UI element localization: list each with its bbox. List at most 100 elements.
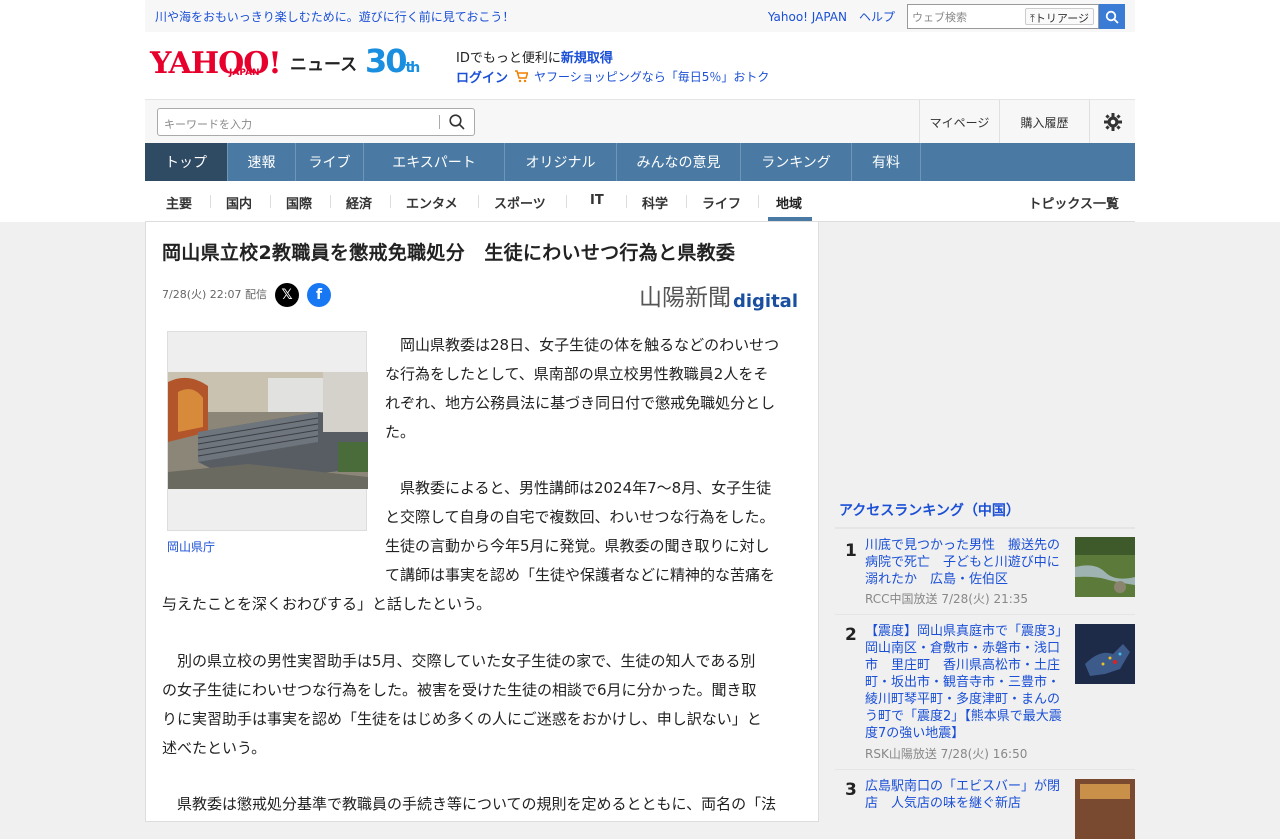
subnav-active-indicator (768, 217, 812, 221)
paragraph-line: れぞれ、地方公務員法に基づき同日付で懲戒免職処分とし (385, 394, 776, 412)
gear-icon (1103, 113, 1122, 131)
web-search-placeholder: ウェブ検索 (912, 10, 967, 24)
yahoo-logo[interactable]: YAHOO! (150, 46, 282, 81)
news-logo[interactable]: ニュース (290, 50, 357, 75)
subnav-local[interactable]: 地域 (776, 193, 802, 212)
rank-source-name: RCC中国放送 (865, 592, 938, 606)
paragraph-line: 岡山県教委は28日、女子生徒の体を触るなどのわいせつ (385, 336, 780, 354)
subnav-divider (626, 195, 627, 208)
subnav-life[interactable]: ライフ (702, 193, 741, 212)
paragraph-line: 県教委によると、男性講師は2024年7～8月、女子生徒 (385, 479, 772, 497)
nav-top[interactable]: トップ (145, 143, 228, 181)
keyword-search-input[interactable]: キーワードを入力 (157, 108, 475, 136)
rank-number: 1 (845, 541, 857, 561)
earthquake-map-thumbnail (1075, 624, 1135, 684)
paragraph-2: 県教委によると、男性講師は2024年7～8月、女子生徒 と交際して自身の自宅で複… (162, 474, 807, 619)
x-icon: 𝕏 (281, 287, 293, 303)
facebook-icon: f (315, 287, 323, 303)
paragraph-line: りに実習助手は事実を認め「生徒をはじめ多くの人にご迷惑をおかけし、申し訳ない」と (162, 710, 762, 728)
anniversary-suffix: th (405, 60, 421, 76)
settings-button[interactable] (1089, 100, 1135, 144)
nav-expert[interactable]: エキスパート (364, 143, 505, 181)
subnav-entertainment[interactable]: エンタメ (406, 193, 458, 212)
header: YAHOO! JAPAN ニュース 30th IDでもっと便利に新規取得 ログイ… (145, 32, 1135, 98)
shopping-link[interactable]: ヤフーショッピングなら「毎日5％」おトク (534, 68, 769, 85)
promo-link[interactable]: 川や海をおもいっきり楽しむために。遊びに行く前に見ておこう！ (155, 8, 514, 25)
promo-bar: 川や海をおもいっきり楽しむために。遊びに行く前に見ておこう！ Yahoo! JA… (145, 0, 1135, 32)
logo-sub: JAPAN (229, 68, 260, 78)
id-promo: IDでもっと便利に新規取得 (456, 47, 613, 66)
nav-breaking[interactable]: 速報 (228, 143, 296, 181)
nav-paid[interactable]: 有料 (852, 143, 921, 181)
triage-button[interactable]: ⤒トリアージ (1025, 8, 1094, 25)
river-thumbnail (1075, 537, 1135, 597)
rank-source: RSK山陽放送 7/28(火) 16:50 (865, 745, 1027, 762)
subnav-divider (330, 195, 331, 208)
rank-title[interactable]: 広島駅南口の「エビスバー」が閉店 人気店の味を継ぐ新店 (865, 778, 1065, 808)
subnav-international[interactable]: 国際 (286, 193, 312, 212)
purchase-history-link[interactable]: 購入履歴 (999, 100, 1089, 144)
subnav-domestic[interactable]: 国内 (226, 193, 252, 212)
nav-ranking[interactable]: ランキング (741, 143, 852, 181)
subnav-economy[interactable]: 経済 (346, 193, 372, 212)
paragraph-line: 与えたことを深くおわびする」と話したという。 (162, 595, 492, 613)
access-ranking-heading: アクセスランキング（中国） (835, 500, 1135, 529)
sidebar: アクセスランキング（中国） 1 川底で見つかった男性 搬送先の病院で死亡 子ども… (835, 222, 1135, 839)
help-link[interactable]: ヘルプ (859, 8, 895, 25)
paragraph-4: 県教委は懲戒処分基準で教職員の手続き等についての規則を定めるとともに、両名の「法 (162, 790, 807, 819)
ranking-item[interactable]: 3 広島駅南口の「エビスバー」が閉店 人気店の味を継ぐ新店 (835, 771, 1135, 839)
paragraph-1: 岡山県教委は28日、女子生徒の体を触るなどのわいせつ な行為をしたとして、県南部… (385, 331, 805, 447)
share-x-button[interactable]: 𝕏 (275, 283, 299, 307)
paragraph-line: た。 (385, 423, 416, 441)
article-meta: 7/28(火) 22:07 配信 (162, 286, 267, 302)
share-facebook-button[interactable]: f (307, 283, 331, 307)
mypage-link[interactable]: マイページ (919, 100, 999, 144)
paragraph-line: な行為をしたとして、県南部の県立校男性教職員2人をそ (385, 365, 769, 383)
ranking-item[interactable]: 1 川底で見つかった男性 搬送先の病院で死亡 子どもと川遊び中に溺れたか 広島・… (835, 537, 1135, 615)
rank-time: 7/28(火) 21:35 (941, 592, 1029, 606)
sub-nav: 主要 国内 国際 経済 エンタメ スポーツ IT 科学 ライフ 地域 トピックス… (145, 181, 1135, 222)
search-divider (439, 115, 440, 129)
subnav-sports[interactable]: スポーツ (494, 193, 546, 212)
ranking-item[interactable]: 2 【震度】岡山県真庭市で「震度3」 岡山南区・倉敷市・赤磐市・浅口市 里庄町 … (835, 616, 1135, 770)
nav-opinions[interactable]: みんなの意見 (617, 143, 741, 181)
rank-title[interactable]: 川底で見つかった男性 搬送先の病院で死亡 子どもと川遊び中に溺れたか 広島・佐伯… (865, 537, 1065, 588)
search-icon (1105, 10, 1119, 24)
publisher-name: 山陽新聞 (638, 285, 731, 311)
article-datetime: 7/28(火) 22:07 (162, 288, 242, 301)
main-nav: トップ 速報 ライブ エキスパート オリジナル みんなの意見 ランキング 有料 (145, 143, 1135, 181)
anniversary-number: 30 (365, 42, 408, 80)
subnav-divider (686, 195, 687, 208)
search-icon[interactable] (448, 113, 466, 131)
web-search-button[interactable] (1099, 4, 1125, 29)
topics-list-link[interactable]: トピックス一覧 (1028, 193, 1119, 212)
publisher-digital: digital (732, 291, 798, 312)
subnav-divider (478, 195, 479, 208)
login-link[interactable]: ログイン (456, 67, 508, 86)
subnav-divider (758, 195, 759, 208)
rank-title[interactable]: 【震度】岡山県真庭市で「震度3」 岡山南区・倉敷市・赤磐市・浅口市 里庄町 香川… (865, 623, 1075, 742)
subnav-divider (270, 195, 271, 208)
subnav-divider (390, 195, 391, 208)
web-search-input[interactable]: ウェブ検索 ⤒トリアージ (907, 4, 1099, 29)
nav-live[interactable]: ライブ (296, 143, 364, 181)
triage-label: トリアージ (1034, 12, 1089, 25)
yahoo-japan-link[interactable]: Yahoo! JAPAN (768, 10, 847, 24)
subnav-main[interactable]: 主要 (166, 193, 192, 212)
register-link[interactable]: 新規取得 (561, 51, 613, 66)
paragraph-line: の女子生徒にわいせつな行為をした。被害を受けた生徒の相談で6月に分かった。聞き取 (162, 681, 757, 699)
paragraph-line: 生徒の言動から今年5月に発覚。県教委の聞き取りに対し (385, 537, 770, 555)
subnav-it[interactable]: IT (590, 193, 604, 208)
nav-original[interactable]: オリジナル (505, 143, 617, 181)
paragraph-line: 県教委は懲戒処分基準で教職員の手続き等についての規則を定めるとともに、両名の「法 (162, 795, 777, 813)
rank-number: 2 (845, 625, 857, 645)
rank-time: 7/28(火) 16:50 (940, 747, 1028, 761)
article-delivered: 配信 (244, 288, 267, 301)
subnav-science[interactable]: 科学 (642, 193, 668, 212)
publisher-logo[interactable]: 山陽新聞 digital (639, 278, 798, 312)
subnav-divider (566, 195, 567, 208)
article-title: 岡山県立校2教職員を懲戒免職処分 生徒にわいせつ行為と県教委 (162, 242, 736, 264)
paragraph-line: 別の県立校の男性実習助手は5月、交際していた女子生徒の家で、生徒の知人である別 (162, 652, 756, 670)
prefectural-office-photo (168, 372, 368, 489)
subnav-divider (210, 195, 211, 208)
